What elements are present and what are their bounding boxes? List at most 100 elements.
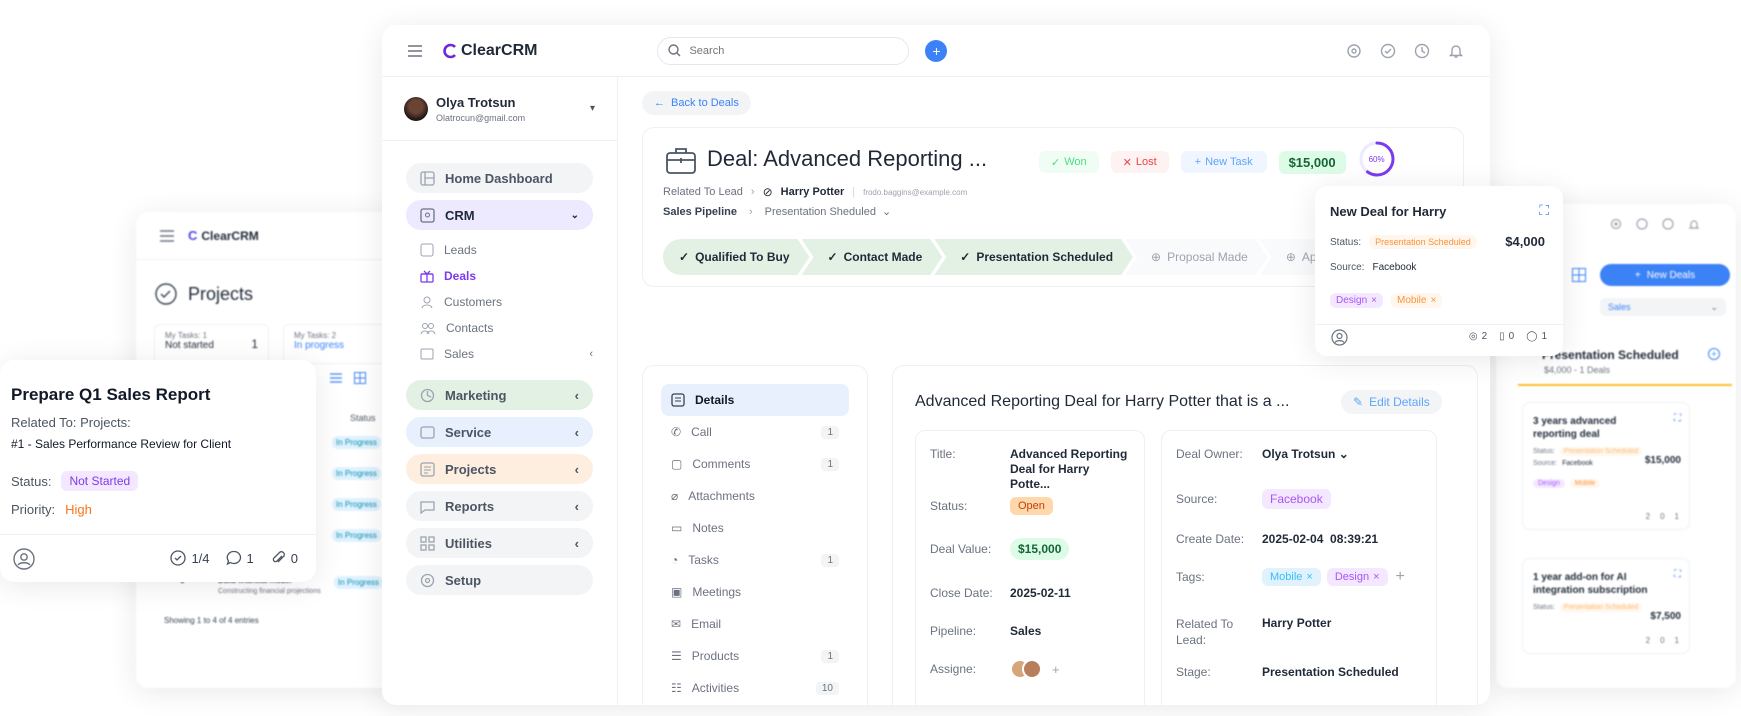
pipeline-filter[interactable]: Sales ⌄ [1600, 298, 1726, 316]
board-view-icon[interactable] [1572, 268, 1586, 282]
pipeline-stage-dropdown[interactable]: Presentation Sheduled ⌄ [765, 205, 892, 219]
search-box[interactable] [657, 36, 910, 65]
new-task-button[interactable]: + New Task [1180, 151, 1267, 173]
expand-column-icon[interactable]: + [1708, 348, 1720, 360]
sidebar-item-projects[interactable]: Projects ‹ [406, 454, 593, 484]
add-assignee-button[interactable]: + [1052, 662, 1060, 677]
list-view-icon[interactable] [330, 373, 342, 383]
check-circle-icon [170, 550, 187, 566]
stage-contact-made[interactable]: ✓ Contact Made [802, 239, 943, 275]
related-lead-link[interactable]: Harry Potter [781, 186, 845, 198]
tasks-box-2[interactable]: My Tasks: 2 In progress [283, 324, 398, 364]
stage-proposal[interactable]: ⊕ Proposal Made [1125, 239, 1268, 275]
tag-design[interactable]: Design × [1326, 568, 1388, 586]
popup-title: New Deal for Harry [1330, 204, 1447, 219]
lost-button[interactable]: ✕ Lost [1110, 151, 1169, 173]
task-related-value[interactable]: #1 - Sales Performance Review for Client [11, 437, 231, 451]
projects-icon [420, 461, 435, 477]
assignee-avatar[interactable] [1022, 659, 1042, 679]
user-avatar-icon[interactable] [1331, 329, 1348, 346]
plus-circle-icon: ⊕ [1285, 250, 1296, 264]
search-input[interactable] [689, 44, 890, 57]
gear-icon [420, 573, 435, 588]
sidebar-item-reports[interactable]: Reports ‹ [406, 491, 593, 521]
edit-details-button[interactable]: ✎ Edit Details [1341, 390, 1442, 414]
files-count[interactable]: ▯ 0 [1499, 331, 1514, 342]
tab-attachments[interactable]: ⌀ Attachments [661, 480, 849, 512]
service-icon [420, 425, 435, 440]
gear-icon[interactable] [1610, 218, 1622, 230]
sidebar-item-crm[interactable]: CRM ⌄ [406, 200, 593, 230]
stage-qualified[interactable]: ✓ Qualified To Buy [663, 239, 810, 275]
won-button[interactable]: ✓ Won [1039, 151, 1099, 173]
menu-icon[interactable] [160, 229, 174, 242]
tag-design[interactable]: Design × [1330, 293, 1383, 308]
sidebar-item-home[interactable]: Home Dashboard [406, 163, 593, 193]
tab-details[interactable]: Details [661, 384, 849, 416]
user-profile[interactable]: Olya Trotsun Olatrocun@gmail.com ▾ [382, 77, 617, 141]
chevron-right-icon: › [750, 186, 755, 198]
sidebar-item-deals[interactable]: Deals [420, 263, 617, 289]
task-priority-value[interactable]: High [65, 502, 92, 517]
comments-count[interactable]: 1 [225, 550, 254, 566]
tasks-box-1[interactable]: My Tasks: 1 Not started 1 [154, 324, 269, 364]
sidebar-item-contacts[interactable]: Contacts [420, 315, 617, 341]
kanban-card[interactable]: 1 year add-on for AI integration subscri… [1522, 558, 1690, 654]
tab-meetings[interactable]: ▣ Meetings [661, 576, 849, 608]
kanban-card[interactable]: 3 years advanced reporting deal ⛶ Status… [1522, 402, 1690, 530]
sidebar-item-utilities[interactable]: Utilities ‹ [406, 528, 593, 558]
tab-call[interactable]: ✆ Call 1 [661, 416, 849, 448]
add-tag-button[interactable]: + [1396, 568, 1405, 586]
checklist-count[interactable]: 1/4 [170, 550, 210, 566]
activity-icon[interactable] [1414, 43, 1430, 59]
activity-icon[interactable] [1662, 218, 1674, 230]
task-status-label: Status: [11, 473, 52, 489]
sidebar-item-marketing[interactable]: Marketing ‹ [406, 380, 593, 410]
check-circle-icon[interactable] [1380, 43, 1396, 59]
main-window: ClearCRM + Olya Trotsun Olatrocun@gmail.… [382, 25, 1490, 705]
brand-logo[interactable]: ClearCRM [442, 42, 537, 60]
tab-notes[interactable]: ▭ Notes [661, 512, 849, 544]
sidebar-item-setup[interactable]: Setup [406, 565, 593, 595]
check-icon: ✓ [960, 250, 971, 264]
user-avatar-icon[interactable] [13, 548, 35, 570]
task-status-badge[interactable]: Not Started [61, 471, 139, 491]
bell-icon[interactable] [1448, 43, 1464, 59]
menu-icon[interactable] [408, 44, 422, 57]
tab-email[interactable]: ✉ Email [661, 608, 849, 640]
tab-products[interactable]: ☰ Products 1 [661, 640, 849, 672]
details-heading: Advanced Reporting Deal for Harry Potter… [915, 393, 1290, 410]
back-to-deals-link[interactable]: ← Back to Deals [642, 91, 751, 115]
owner-dropdown[interactable]: Olya Trotsun ⌄ [1262, 447, 1349, 461]
check-icon[interactable] [1636, 218, 1648, 230]
status-badge: In Progress [332, 529, 381, 542]
chevron-down-icon: ⌄ [570, 209, 579, 221]
expand-icon[interactable]: ⛶ [1674, 569, 1681, 580]
stage-presentation[interactable]: ✓ Presentation Scheduled [934, 239, 1133, 275]
chevron-down-icon[interactable]: ▾ [590, 103, 595, 114]
task-card[interactable]: Prepare Q1 Sales Report Related To: Proj… [0, 360, 316, 582]
call-count[interactable]: ◎ 2 [1469, 331, 1487, 342]
bell-icon[interactable] [1688, 218, 1700, 230]
sidebar-item-sales[interactable]: Sales ‹ [420, 341, 617, 367]
new-deals-button[interactable]: + New Deals [1600, 264, 1730, 286]
add-button[interactable]: + [925, 39, 948, 62]
sidebar-item-customers[interactable]: Customers [420, 289, 617, 315]
sidebar-item-service[interactable]: Service ‹ [406, 417, 593, 447]
gear-icon[interactable] [1346, 43, 1362, 59]
deal-amount-badge: $15,000 [1278, 150, 1346, 174]
status-badge: In Progress [332, 467, 381, 480]
tab-comments[interactable]: ▢ Comments 1 [661, 448, 849, 480]
new-deal-popup[interactable]: New Deal for Harry ⛶ Status: Presentation… [1315, 186, 1563, 356]
tag-mobile[interactable]: Mobile × [1262, 568, 1321, 586]
sidebar-item-leads[interactable]: Leads [420, 237, 617, 263]
attachments-count[interactable]: 0 [270, 550, 298, 566]
tag-mobile[interactable]: Mobile × [1390, 293, 1443, 308]
tab-activities[interactable]: ☷ Activities 10 [661, 672, 849, 704]
expand-icon[interactable]: ⛶ [1674, 413, 1681, 424]
expand-icon[interactable]: ⛶ [1539, 202, 1549, 219]
status-badge[interactable]: Open [1010, 497, 1053, 515]
comments-count[interactable]: ◯ 1 [1526, 331, 1547, 342]
grid-view-icon[interactable] [354, 372, 366, 384]
tab-tasks[interactable]: ◔ Tasks 1 [661, 544, 849, 576]
